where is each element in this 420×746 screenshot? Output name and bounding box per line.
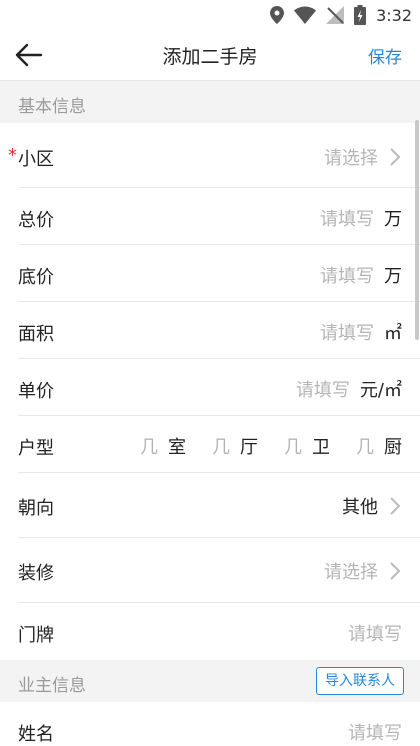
unit-price-label: 单价: [18, 381, 54, 402]
layout-fields: 几 室 几 厅 几 卫 几 厨: [140, 433, 402, 459]
total-price-label: 总价: [18, 210, 54, 231]
section-title-owner: 业主信息: [18, 676, 86, 696]
base-price-group: 请填写 万: [320, 262, 402, 288]
total-price-unit: 万: [384, 209, 402, 230]
layout-kitchens: 几 厨: [356, 433, 402, 459]
unit-price-row: 单价 请填写 元/㎡: [0, 359, 420, 416]
layout-baths: 几 卫: [284, 433, 330, 459]
total-price-row: 总价 请填写 万: [0, 188, 420, 245]
base-price-unit: 万: [384, 266, 402, 287]
area-unit: ㎡: [384, 323, 402, 344]
community-selector[interactable]: 请选择: [324, 144, 402, 170]
unit-price-input[interactable]: 请填写: [296, 376, 350, 402]
owner-name-input[interactable]: 请填写: [348, 719, 402, 745]
decoration-row[interactable]: 装修 请选择: [0, 538, 420, 603]
section-owner-info: 业主信息 导入联系人: [0, 660, 420, 702]
community-placeholder: 请选择: [324, 148, 378, 169]
section-title-basic: 基本信息: [18, 97, 86, 117]
area-group: 请填写 ㎡: [320, 319, 402, 345]
community-row[interactable]: * 小区 请选择: [0, 123, 420, 188]
scrollbar[interactable]: [415, 120, 419, 340]
unit-price-unit: 元/㎡: [359, 380, 402, 401]
battery-icon: [354, 5, 367, 25]
page-title: 添加二手房: [162, 46, 258, 68]
decoration-label: 装修: [18, 563, 54, 584]
status-icons: 3:32: [270, 4, 412, 26]
section-basic-info: 基本信息: [0, 81, 420, 123]
door-plate-label: 门牌: [18, 625, 54, 646]
chevron-right-icon: [390, 497, 401, 515]
status-time: 3:32: [376, 5, 412, 25]
base-price-input[interactable]: 请填写: [320, 262, 374, 288]
rooms-unit: 室: [168, 437, 186, 458]
import-contacts-button[interactable]: 导入联系人: [316, 667, 404, 695]
location-icon: [270, 6, 285, 24]
kitchens-input[interactable]: 几: [356, 433, 374, 459]
orientation-selector[interactable]: 其他: [342, 493, 402, 519]
door-plate-input[interactable]: 请填写: [348, 620, 402, 646]
halls-unit: 厅: [240, 437, 258, 458]
layout-row: 户型 几 室 几 厅 几 卫 几 厨: [0, 416, 420, 473]
owner-name-group: 请填写: [348, 719, 402, 745]
orientation-label: 朝向: [18, 498, 54, 519]
required-mark: *: [8, 145, 17, 166]
community-label: 小区: [18, 149, 54, 170]
layout-label: 户型: [18, 438, 54, 459]
halls-input[interactable]: 几: [212, 433, 230, 459]
chevron-right-icon: [390, 562, 401, 580]
base-price-row: 底价 请填写 万: [0, 245, 420, 302]
layout-halls: 几 厅: [212, 433, 258, 459]
area-input[interactable]: 请填写: [320, 319, 374, 345]
layout-rooms: 几 室: [140, 433, 186, 459]
area-label: 面积: [18, 324, 54, 345]
orientation-row[interactable]: 朝向 其他: [0, 473, 420, 538]
total-price-group: 请填写 万: [320, 205, 402, 231]
area-row: 面积 请填写 ㎡: [0, 302, 420, 359]
app-bar: 添加二手房 保存: [0, 30, 420, 81]
door-plate-row: 门牌 请填写: [0, 603, 420, 660]
kitchens-unit: 厨: [384, 437, 402, 458]
chevron-right-icon: [390, 148, 401, 166]
no-signal-icon: [326, 6, 345, 24]
wifi-icon: [294, 6, 317, 24]
orientation-value: 其他: [342, 497, 378, 518]
total-price-input[interactable]: 请填写: [320, 205, 374, 231]
unit-price-group: 请填写 元/㎡: [296, 376, 402, 402]
decoration-selector[interactable]: 请选择: [324, 558, 402, 584]
decoration-placeholder: 请选择: [324, 562, 378, 583]
rooms-input[interactable]: 几: [140, 433, 158, 459]
save-button[interactable]: 保存: [368, 43, 402, 68]
owner-name-row: 姓名 请填写: [0, 702, 420, 746]
owner-name-label: 姓名: [18, 724, 54, 745]
baths-unit: 卫: [312, 437, 330, 458]
base-price-label: 底价: [18, 267, 54, 288]
baths-input[interactable]: 几: [284, 433, 302, 459]
door-plate-group: 请填写: [348, 620, 402, 646]
status-bar: 3:32: [0, 0, 420, 30]
